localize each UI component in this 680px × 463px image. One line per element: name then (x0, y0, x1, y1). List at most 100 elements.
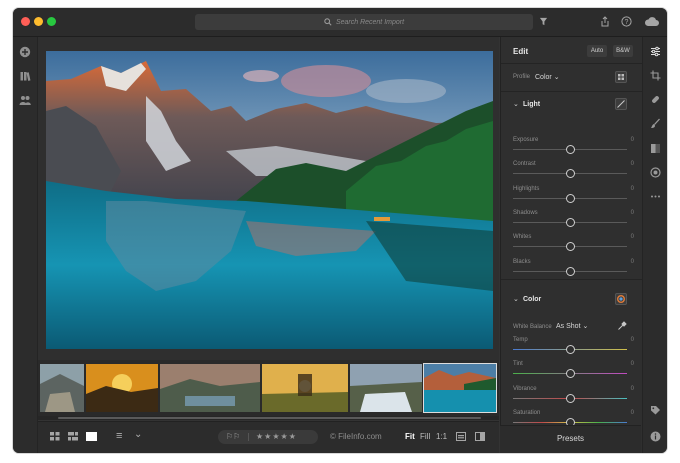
people-icon[interactable] (19, 94, 31, 106)
profile-dropdown[interactable]: Color ⌄ (535, 73, 560, 81)
rating-flag-control: ⚐⚐ ★★★★★ (218, 430, 318, 444)
light-slider-contrast[interactable]: Contrast 0 (501, 161, 642, 183)
slider-value: 0 (630, 361, 634, 368)
light-slider-whites[interactable]: Whites 0 (501, 234, 642, 256)
color-slider-temp[interactable]: Temp 0 (501, 337, 642, 359)
main-photo[interactable] (46, 51, 493, 349)
filmstrip-thumb[interactable] (262, 364, 348, 412)
slider-knob[interactable] (566, 393, 575, 403)
crop-icon[interactable] (650, 70, 661, 81)
slider-knob[interactable] (566, 369, 575, 379)
filmstrip-scrollbar[interactable] (38, 416, 499, 420)
slider-knob[interactable] (566, 145, 575, 154)
light-slider-shadows[interactable]: Shadows 0 (501, 210, 642, 232)
slider-track[interactable] (513, 242, 627, 252)
share-icon[interactable] (600, 16, 610, 27)
slider-track[interactable] (513, 393, 627, 403)
light-section-header[interactable]: ⌄ Light (501, 93, 642, 117)
presets-button[interactable]: Presets (500, 425, 641, 453)
slider-track[interactable] (513, 345, 627, 354)
filmstrip-thumb[interactable] (160, 364, 260, 412)
right-tool-strip (642, 37, 667, 453)
profile-label: Profile (513, 74, 531, 80)
close-window-button[interactable] (21, 17, 30, 26)
white-balance-dropdown[interactable]: As Shot ⌄ (556, 322, 588, 330)
zoom-fit-button[interactable]: Fit (405, 432, 415, 441)
slider-track[interactable] (513, 193, 627, 203)
profile-browser-icon[interactable] (615, 71, 627, 83)
slider-value: 0 (630, 185, 634, 192)
slider-label: Shadows (513, 209, 538, 216)
more-icon[interactable] (650, 191, 661, 202)
slider-value: 0 (630, 337, 634, 343)
add-photos-icon[interactable] (19, 46, 31, 58)
slider-knob[interactable] (566, 266, 575, 276)
filter-icon[interactable] (539, 17, 548, 26)
library-icon[interactable] (19, 70, 31, 82)
info-icon[interactable] (650, 431, 661, 442)
tone-curve-icon[interactable] (615, 98, 627, 110)
help-icon[interactable]: ? (621, 16, 632, 27)
maximize-window-button[interactable] (47, 17, 56, 26)
color-section-header[interactable]: ⌄ Color (501, 291, 642, 315)
edit-sliders-icon[interactable] (650, 46, 661, 57)
flag-icon[interactable]: ⚐⚐ (226, 430, 240, 444)
slider-track[interactable] (513, 145, 627, 154)
copyright-text: © FileInfo.com (330, 432, 382, 441)
cloud-icon[interactable] (644, 16, 659, 27)
radial-gradient-icon[interactable] (650, 167, 661, 178)
linear-gradient-icon[interactable] (650, 143, 661, 154)
search-field[interactable]: Search Recent Import (195, 14, 533, 30)
color-mixer-icon[interactable] (615, 293, 627, 305)
brush-icon[interactable] (650, 118, 661, 129)
square-grid-view-icon[interactable] (50, 432, 60, 441)
chevron-down-icon: ⌄ (553, 74, 560, 81)
detail-view-icon[interactable] (86, 432, 97, 441)
color-slider-tint[interactable]: Tint 0 (501, 361, 642, 383)
bw-button[interactable]: B&W (613, 45, 633, 57)
slider-knob[interactable] (566, 169, 575, 179)
slider-value: 0 (630, 385, 634, 392)
slider-track[interactable] (513, 217, 627, 227)
chevron-down-icon: ⌄ (582, 323, 589, 330)
title-bar: Search Recent Import ? (13, 8, 667, 37)
auto-button[interactable]: Auto (587, 45, 607, 57)
color-section-title: Color (523, 296, 542, 303)
slider-knob[interactable] (566, 242, 575, 252)
slider-track[interactable] (513, 266, 627, 276)
photo-grid-view-icon[interactable] (68, 432, 78, 441)
slider-label: Saturation (513, 409, 541, 416)
filmstrip-thumb-selected[interactable] (423, 363, 497, 413)
light-section-title: Light (523, 101, 541, 108)
slider-track[interactable] (513, 369, 627, 379)
zoom-fill-button[interactable]: Fill (420, 432, 430, 441)
sort-icon[interactable]: ≡ (116, 430, 122, 442)
light-slider-exposure[interactable]: Exposure 0 (501, 137, 642, 159)
slider-track[interactable] (513, 417, 627, 427)
slider-value: 0 (630, 137, 634, 143)
star-rating[interactable]: ★★★★★ (256, 430, 297, 444)
eyedropper-icon[interactable] (617, 321, 627, 331)
slider-label: Vibrance (513, 385, 537, 392)
zoom-1to1-button[interactable]: 1:1 (436, 432, 447, 441)
slider-track[interactable] (513, 169, 627, 179)
white-balance-label: White Balance (513, 324, 552, 330)
filmstrip-thumb[interactable] (350, 364, 422, 412)
slider-knob[interactable] (566, 217, 575, 227)
filmstrip (38, 360, 499, 420)
chevron-down-icon[interactable]: ⌄ (134, 429, 142, 440)
filmstrip-thumb[interactable] (40, 364, 84, 412)
slider-knob[interactable] (566, 193, 575, 203)
healing-icon[interactable] (650, 94, 661, 105)
color-slider-vibrance[interactable]: Vibrance 0 (501, 386, 642, 408)
light-slider-highlights[interactable]: Highlights 0 (501, 186, 642, 208)
slider-knob[interactable] (566, 345, 575, 354)
compare-view-icon[interactable] (456, 432, 466, 441)
chevron-down-icon: ⌄ (513, 296, 519, 303)
minimize-window-button[interactable] (34, 17, 43, 26)
filmstrip-thumb[interactable] (86, 364, 158, 412)
lake-mountain-image (46, 51, 493, 349)
before-after-icon[interactable] (475, 432, 485, 441)
tag-icon[interactable] (650, 405, 661, 416)
light-slider-blacks[interactable]: Blacks 0 (501, 259, 642, 281)
